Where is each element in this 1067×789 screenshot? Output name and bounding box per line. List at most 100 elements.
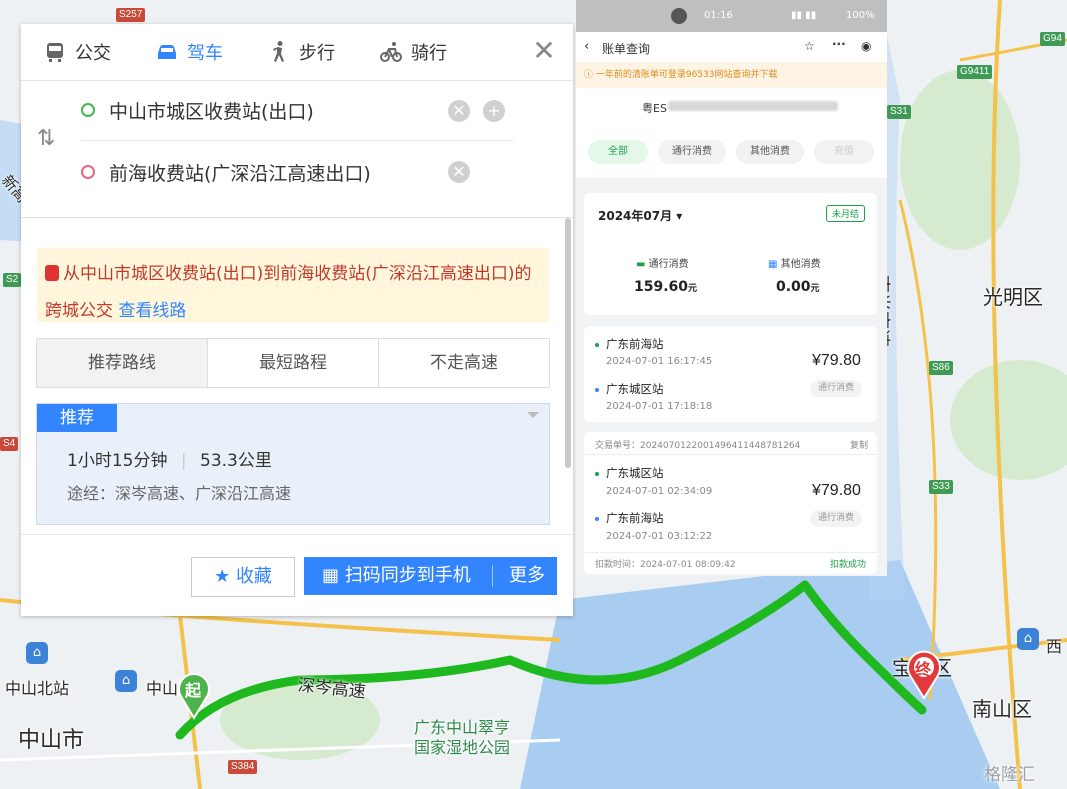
status-bar: 01:16 ▮▮ ▮▮ 100% [576,0,887,32]
route-via: 途经：深岑高速、广深沿江高速 [67,484,292,503]
other-unit: 元 [810,284,820,294]
clear-end-icon[interactable]: ✕ [448,161,470,183]
trip-from-time: 2024-07-01 16:17:45 [606,356,713,367]
other-total: 0.00元 [776,279,820,295]
trip-from: 广东前海站 [606,337,664,351]
filter-toll[interactable]: 通行消费 [658,140,726,164]
plate-number: 粤ES [642,102,667,115]
travel-mode-tabs: 公交 驾车 步行 骑行 ✕ [21,24,573,81]
favorite-button[interactable]: ★ 收藏 [191,557,295,597]
hwy-shield: S2 [3,273,22,287]
chevron-down-icon[interactable] [527,412,539,418]
grid-icon: ▦ [768,259,778,270]
other-label: ▦ 其他消费 [768,255,821,270]
tab-bike[interactable]: 骑行 [357,24,469,80]
to-dot-icon [595,517,599,521]
tab-no-highway[interactable]: 不走高速 [378,339,549,387]
trip-card[interactable]: 交易单号：20240701220014964114487812​64 复制 广东… [584,432,877,574]
transaction-id: 交易单号：20240701220014964114487812​64 [595,441,801,451]
panel-footer: ★ 收藏 ▦ 扫码同步到手机 更多 [21,534,573,617]
route-results: 从中山市城区收费站(出口)到前海收费站(广深沿江高速出口)的跨城公交 查看线路 … [21,217,573,616]
train-station-icon[interactable]: ⌂ [1017,628,1039,650]
scan-sync-button[interactable]: ▦ 扫码同步到手机 更多 [304,557,557,595]
car-icon [158,45,176,59]
start-marker[interactable]: 起 [176,672,212,720]
route-distance: 53.3公里 [200,451,272,471]
more-icon[interactable]: ··· [832,37,846,51]
tab-walk-label: 步行 [299,43,335,64]
hwy-shield: S86 [929,361,953,375]
month-label: 2024年07月 [598,209,673,223]
avatar [671,8,687,24]
map-label-wetland: 广东中山翠亨国家湿地公园 [414,718,511,757]
map-label-nanshan: 南山区 [972,697,1032,721]
scan-sync-label: 扫码同步到手机 [344,565,471,586]
tab-drive-label: 驾车 [187,43,223,64]
view-route-link[interactable]: 查看线路 [118,301,186,321]
map-label-west: 西 [1046,637,1063,656]
hwy-shield: S33 [929,480,953,494]
map-label-guangming: 光明区 [983,285,1043,309]
month-select[interactable]: 2024年07月 ▾ [598,207,682,224]
end-marker-label: 终 [915,660,932,679]
train-station-icon[interactable]: ⌂ [115,670,137,692]
add-waypoint-icon[interactable]: + [483,100,505,122]
nav-bar: ‹ 账单查询 ☆ ··· ◉ [576,32,887,62]
tab-shortest[interactable]: 最短路程 [207,339,378,387]
toll-label: ▬ 通行消费 [636,255,689,270]
deduct-status: 扣款成功 [830,560,867,570]
unsettled-badge: 未月结 [825,205,865,222]
trip-to-time: 2024-07-01 03:12:22 [606,531,713,542]
route-card[interactable]: 推荐 1小时15分钟 | 53.3公里 途经：深岑高速、广深沿江高速 [36,403,550,525]
more-button[interactable]: 更多 [492,565,545,587]
route-option-tabs: 推荐路线 最短路程 不走高速 [36,338,550,388]
deduct-time: 扣款时间：2024-07-01 08:09:42 [595,560,736,570]
target-icon[interactable]: ◉ [861,39,871,53]
hwy-shield: S384 [228,760,258,774]
trip-tag: 通行消费 [810,380,863,397]
end-marker[interactable]: 终 [906,650,942,700]
back-icon[interactable]: ‹ [584,39,589,54]
trip-to: 广东城区站 [606,382,664,396]
scrollbar[interactable] [565,218,571,468]
trip-card[interactable]: 广东前海站 2024-07-01 16:17:45 广东城区站 2024-07-… [584,326,877,422]
map-label-zhongshan-city: 中山市 [18,728,85,753]
route-duration: 1小时15分钟 [67,451,168,471]
copy-link[interactable]: 复制 [850,438,868,451]
tab-drive[interactable]: 驾车 [133,24,245,80]
bus-icon [45,265,59,281]
map-label-zhongshan-station: 中山 [146,679,179,698]
end-point-value: 前海收费站(广深沿江高速出口) [109,162,371,185]
trip-from: 广东城区站 [606,466,664,480]
train-station-icon[interactable]: ⌂ [26,642,48,664]
other-label-text: 其他消费 [780,259,821,270]
signal-icon: ▮▮ ▮▮ [791,10,817,21]
toll-label-text: 通行消费 [648,259,689,270]
bike-icon [380,42,402,62]
car-icon: ▬ [636,259,646,270]
route-panel: 公交 驾车 步行 骑行 ✕ ⇅ 中山市城区收费站(出口) ✕ + 前海收费站(广… [21,24,573,616]
battery-level: 100% [846,10,875,21]
close-icon[interactable]: ✕ [529,36,559,66]
notice-text: 一年前的清账单可登录96533网站查询并下载 [595,70,778,80]
qr-icon: ▦ [322,565,340,586]
filter-recharge[interactable]: 充值 [814,140,874,164]
tab-recommended[interactable]: 推荐路线 [37,339,207,387]
swap-icon[interactable]: ⇅ [37,126,55,151]
tab-bus[interactable]: 公交 [21,24,133,80]
hwy-shield: S31 [887,105,911,119]
filter-all[interactable]: 全部 [588,140,648,164]
tab-bike-label: 骑行 [411,43,447,64]
trip-to-time: 2024-07-01 17:18:18 [606,401,713,412]
star-icon: ★ [214,566,231,587]
plate-section: 粤ES 全部 通行消费 其他消费 充值 [576,88,887,178]
clear-start-icon[interactable]: ✕ [448,100,470,122]
star-icon[interactable]: ☆ [804,39,815,53]
filter-other[interactable]: 其他消费 [736,140,804,164]
toll-total: 159.60元 [634,279,697,295]
tab-walk[interactable]: 步行 [245,24,357,80]
from-dot-icon [595,343,599,347]
trip-from-time: 2024-07-01 02:34:09 [606,486,713,497]
hwy-shield: G94 [1040,32,1065,46]
divider [584,552,877,553]
